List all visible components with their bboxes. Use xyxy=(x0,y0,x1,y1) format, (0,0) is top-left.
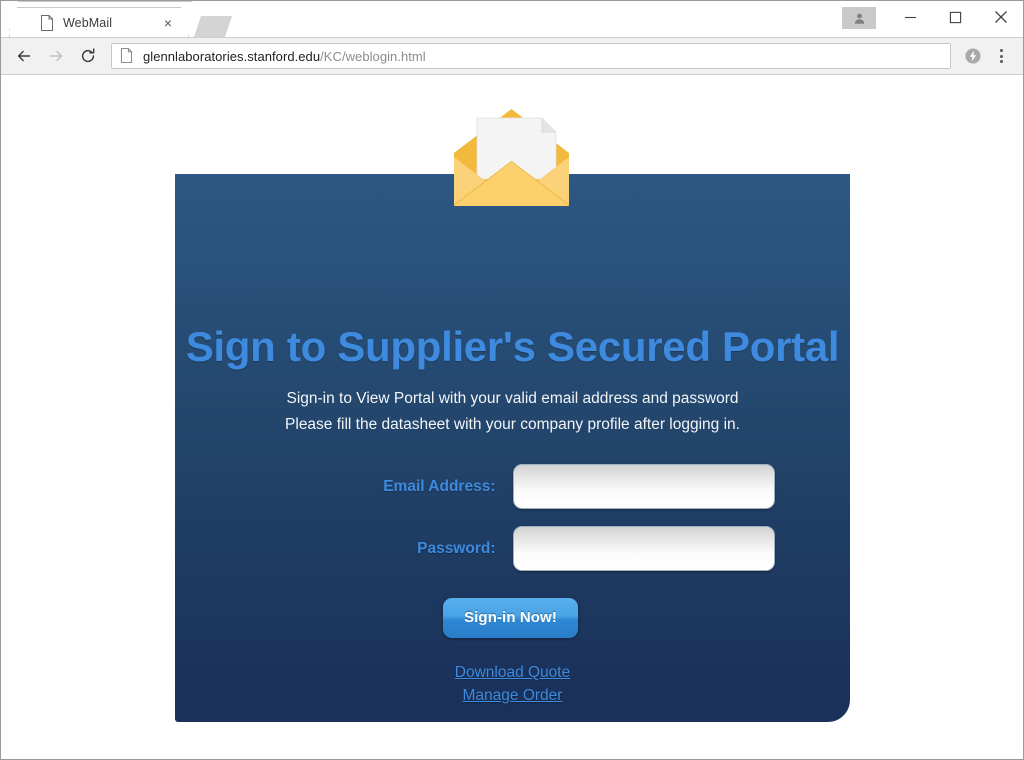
browser-window: WebMail × glennlaboratories.stanford.edu… xyxy=(0,0,1024,760)
page-info-icon xyxy=(120,48,134,64)
login-form: Email Address: Password: Sign-in Now! Do… xyxy=(175,464,850,707)
reload-icon[interactable] xyxy=(73,41,103,71)
page-subtitle: Sign-in to View Portal with your valid e… xyxy=(175,386,850,438)
manage-order-link[interactable]: Manage Order xyxy=(175,684,850,707)
close-icon[interactable]: × xyxy=(160,15,176,31)
password-label: Password: xyxy=(417,539,496,557)
menu-dots xyxy=(999,49,1003,63)
tab-inner: WebMail × xyxy=(26,8,182,38)
page-icon xyxy=(40,15,54,31)
page-viewport: Sign to Supplier's Secured Portal Sign-i… xyxy=(1,75,1023,759)
close-window-button[interactable] xyxy=(978,1,1023,33)
forward-arrow-icon xyxy=(41,41,71,71)
subtitle-line-1: Sign-in to View Portal with your valid e… xyxy=(286,390,739,407)
url-text: glennlaboratories.stanford.edu/KC/weblog… xyxy=(143,49,426,64)
url-path: /KC/weblogin.html xyxy=(320,48,426,64)
window-controls xyxy=(842,1,1023,33)
url-host: glennlaboratories.stanford.edu xyxy=(143,48,321,64)
three-dot-menu-icon[interactable] xyxy=(987,42,1015,70)
minimize-button[interactable] xyxy=(888,1,933,33)
toolbar-right-actions xyxy=(959,42,1015,70)
tab-title: WebMail xyxy=(63,15,113,30)
browser-tab-webmail[interactable]: WebMail × xyxy=(9,7,189,37)
login-panel: Sign to Supplier's Secured Portal Sign-i… xyxy=(175,174,850,722)
email-label: Email Address: xyxy=(383,477,496,495)
download-quote-link[interactable]: Download Quote xyxy=(175,661,850,684)
address-bar[interactable]: glennlaboratories.stanford.edu/KC/weblog… xyxy=(111,43,951,69)
password-input[interactable] xyxy=(512,526,775,571)
new-tab-button[interactable] xyxy=(194,16,232,37)
submit-row: Sign-in Now! xyxy=(175,598,850,638)
tab-strip: WebMail × xyxy=(1,1,1023,37)
email-field-row: Email Address: xyxy=(175,464,850,509)
lightning-bolt-icon[interactable] xyxy=(959,42,987,70)
secondary-links: Download Quote Manage Order xyxy=(175,661,850,707)
open-envelope-with-letter-icon xyxy=(450,105,573,209)
maximize-button[interactable] xyxy=(933,1,978,33)
back-arrow-icon[interactable] xyxy=(9,41,39,71)
password-field-row: Password: xyxy=(175,526,850,571)
email-input[interactable] xyxy=(512,464,775,509)
subtitle-line-2: Please fill the datasheet with your comp… xyxy=(285,416,740,433)
person-icon[interactable] xyxy=(842,7,876,29)
sign-in-button[interactable]: Sign-in Now! xyxy=(443,598,578,638)
page-title: Sign to Supplier's Secured Portal xyxy=(185,323,840,370)
browser-toolbar: glennlaboratories.stanford.edu/KC/weblog… xyxy=(1,37,1023,75)
